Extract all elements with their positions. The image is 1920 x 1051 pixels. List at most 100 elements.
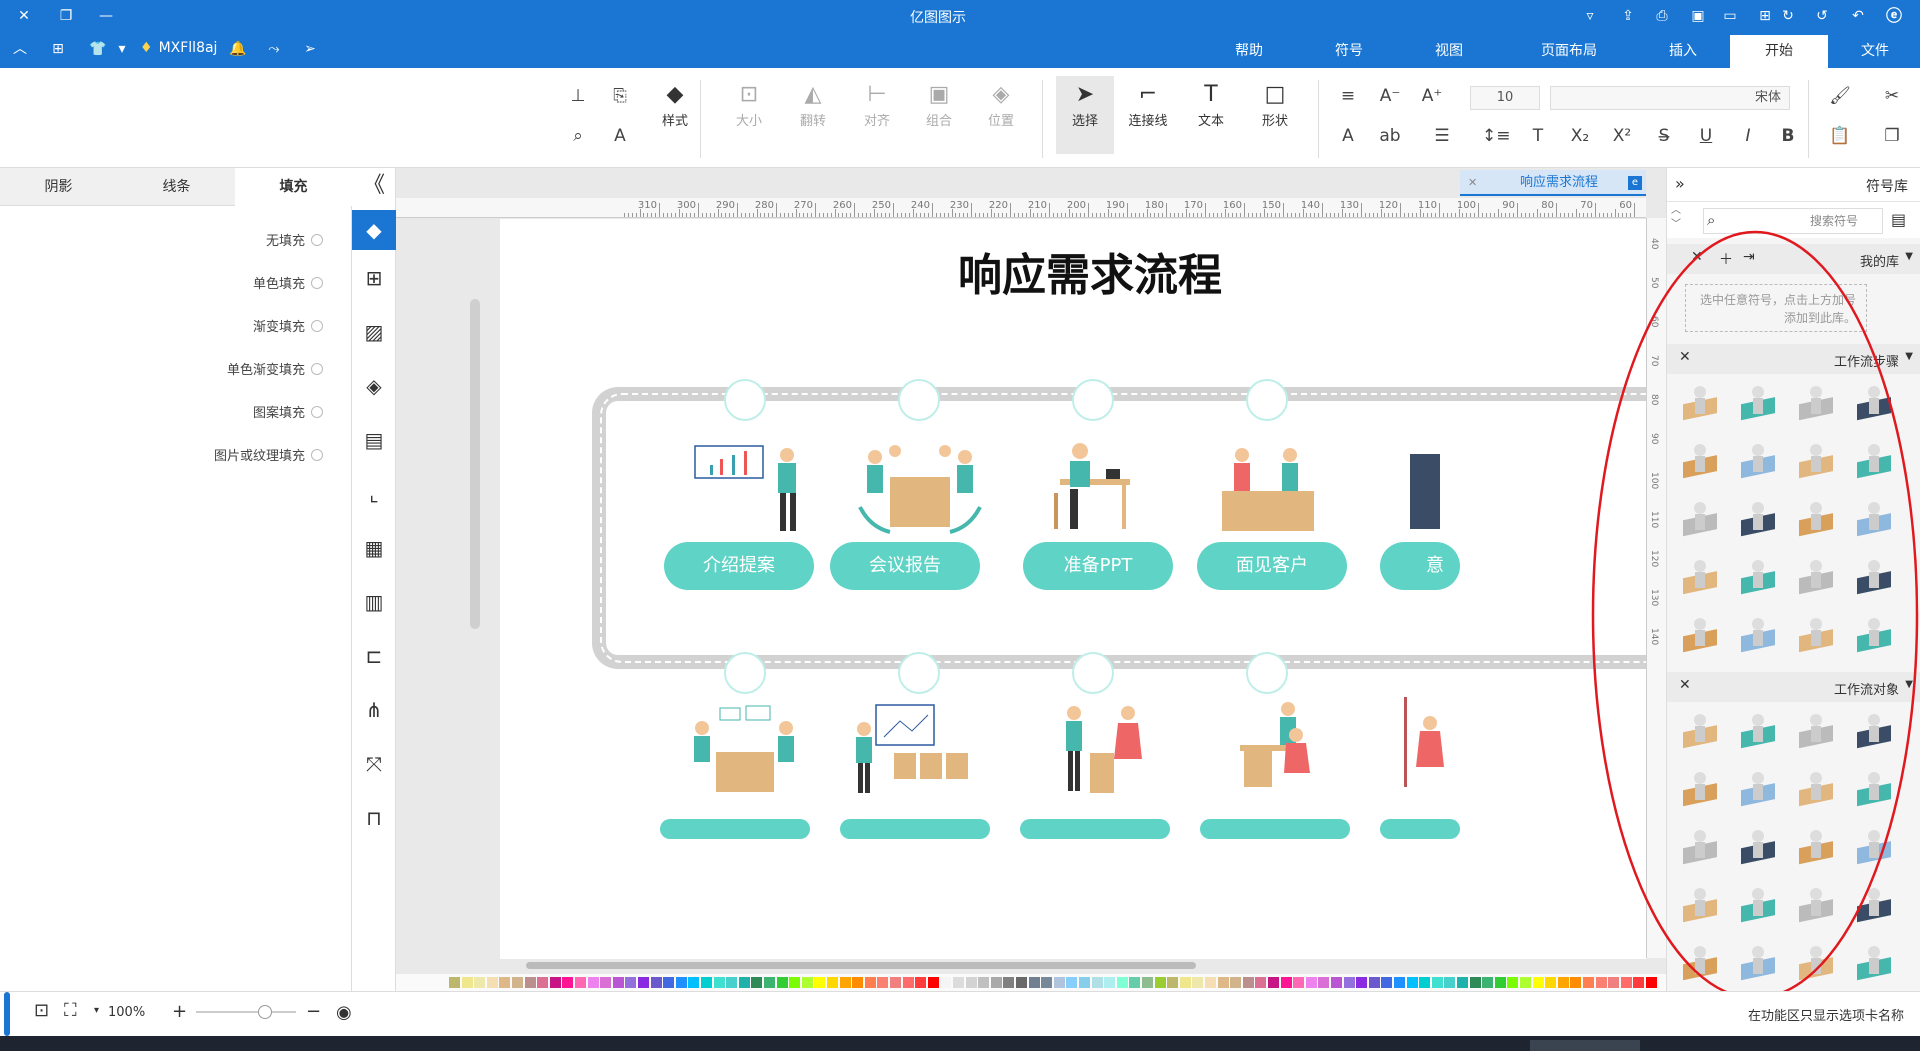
taskbar-item[interactable] <box>1530 1040 1640 1051</box>
shape-tool[interactable]: □ 形状 <box>1250 80 1300 129</box>
diagram-title[interactable]: 响应需求流程 <box>940 239 1240 303</box>
color-swatch[interactable] <box>1167 977 1179 988</box>
color-swatch[interactable] <box>990 977 1002 988</box>
position-button[interactable]: ◈ 位置 <box>976 80 1026 129</box>
color-swatch[interactable] <box>1520 977 1531 988</box>
color-swatch[interactable] <box>1331 977 1342 988</box>
canvas-area[interactable]: ✕ 响应需求流程 e 60 70 80 90 100 110 120 130 140 150 160… <box>396 168 1666 991</box>
color-palette[interactable] <box>396 974 1666 991</box>
step-pill[interactable]: 会议报告 <box>830 542 980 590</box>
color-swatch[interactable] <box>1230 977 1242 988</box>
color-swatch[interactable] <box>1444 977 1456 988</box>
option-pattern-fill[interactable]: 图案填充 <box>253 402 323 421</box>
color-swatch[interactable] <box>575 977 586 988</box>
road-node[interactable] <box>898 379 940 421</box>
color-swatch[interactable] <box>1116 977 1128 988</box>
color-swatch[interactable] <box>927 977 939 988</box>
color-swatch[interactable] <box>1457 977 1468 988</box>
close-tab-icon[interactable]: ✕ <box>1468 170 1477 196</box>
board-presentation-figure[interactable] <box>850 697 990 807</box>
client-meeting-figure[interactable] <box>1212 441 1322 541</box>
decrease-font-icon[interactable]: A⁻ <box>1378 86 1402 106</box>
fill-tool-icon[interactable]: ⊥ <box>566 86 590 106</box>
color-swatch[interactable] <box>1394 977 1405 988</box>
color-swatch[interactable] <box>827 977 838 988</box>
grid-icon[interactable]: ⊞ <box>360 264 388 292</box>
road-node[interactable] <box>1072 652 1114 694</box>
color-swatch[interactable] <box>764 977 775 988</box>
text-style-icon[interactable]: A <box>608 126 632 146</box>
color-swatch[interactable] <box>675 977 687 988</box>
color-swatch[interactable] <box>902 977 914 988</box>
text-color-icon[interactable]: ab <box>1378 126 1402 146</box>
step-pill-bottom[interactable] <box>1380 819 1460 839</box>
close-icon[interactable]: ✕ <box>14 6 34 26</box>
cut-icon[interactable]: ✂ <box>1880 86 1904 106</box>
step-pill-bottom[interactable] <box>660 819 810 839</box>
new-icon[interactable]: ⊞ <box>1755 6 1775 26</box>
color-swatch[interactable] <box>612 977 624 988</box>
color-swatch[interactable] <box>625 977 637 988</box>
color-swatch[interactable] <box>1381 977 1393 988</box>
option-no-fill[interactable]: 无填充 <box>266 230 323 249</box>
color-swatch[interactable] <box>877 977 889 988</box>
bullets-icon[interactable]: ☰ <box>1430 126 1454 146</box>
tab-page-layout[interactable]: 页面布局 <box>1520 35 1618 68</box>
color-swatch[interactable] <box>890 977 901 988</box>
color-swatch[interactable] <box>638 977 649 988</box>
color-swatch[interactable] <box>1293 977 1305 988</box>
fill-panel-icon[interactable]: ◆ <box>352 210 396 250</box>
increase-font-icon[interactable]: A⁺ <box>1420 86 1444 106</box>
color-swatch[interactable] <box>587 977 599 988</box>
zoom-thumb[interactable] <box>258 1005 272 1019</box>
redo-icon[interactable]: ↻ <box>1778 6 1798 26</box>
transform-icon[interactable]: ⤧ <box>360 750 388 778</box>
color-swatch[interactable] <box>789 977 801 988</box>
data-icon[interactable]: ▥ <box>360 588 388 616</box>
tab-view[interactable]: 视图 <box>1400 35 1498 68</box>
color-swatch[interactable] <box>1532 977 1544 988</box>
tab-symbol[interactable]: 符号 <box>1300 35 1398 68</box>
side-handle[interactable] <box>4 992 10 1036</box>
color-swatch[interactable] <box>1255 977 1267 988</box>
zoom-in-icon[interactable]: + <box>172 1001 187 1022</box>
color-swatch[interactable] <box>562 977 574 988</box>
color-swatch[interactable] <box>650 977 662 988</box>
color-swatch[interactable] <box>486 977 498 988</box>
align-button[interactable]: ⊢ 对齐 <box>852 80 902 129</box>
user-dropdown-icon[interactable]: ▾ <box>112 39 132 59</box>
connector-tool[interactable]: ⌐ 连接线 <box>1120 80 1176 129</box>
road-node[interactable] <box>724 652 766 694</box>
road-node[interactable] <box>1246 652 1288 694</box>
tab-help[interactable]: 帮助 <box>1200 35 1298 68</box>
color-swatch[interactable] <box>1053 977 1065 988</box>
format-painter-icon[interactable]: 🖌 <box>1828 86 1852 106</box>
select-tool[interactable]: ➤ 选择 <box>1056 76 1114 154</box>
copy-icon[interactable]: ❐ <box>1880 126 1904 146</box>
color-swatch[interactable] <box>1343 977 1355 988</box>
color-swatch[interactable] <box>1570 977 1582 988</box>
share-icon[interactable]: ⤳ <box>264 39 284 59</box>
option-gradient-fill[interactable]: 渐变填充 <box>253 316 323 335</box>
send-icon[interactable]: ➢ <box>300 39 320 59</box>
zoom-out-icon[interactable]: − <box>306 1001 321 1022</box>
expand-panel-icon[interactable]: » <box>1675 174 1685 193</box>
color-swatch[interactable] <box>751 977 763 988</box>
color-swatch[interactable] <box>474 977 486 988</box>
color-swatch[interactable] <box>1179 977 1191 988</box>
color-swatch[interactable] <box>449 977 460 988</box>
italic-icon[interactable]: I <box>1736 126 1760 146</box>
image-icon[interactable]: ▨ <box>360 318 388 346</box>
color-swatch[interactable] <box>1356 977 1368 988</box>
vertical-scrollbar[interactable] <box>470 299 480 629</box>
apps-icon[interactable]: ⊞ <box>48 39 68 59</box>
tab-fill[interactable]: 填充 <box>235 168 352 206</box>
color-swatch[interactable] <box>1192 977 1204 988</box>
align-right-icon[interactable]: ≡ <box>1336 86 1360 106</box>
color-swatch[interactable] <box>1431 977 1443 988</box>
color-swatch[interactable] <box>688 977 700 988</box>
color-swatch[interactable] <box>1003 977 1015 988</box>
diagram-page[interactable]: 响应需求流程 面见客户 准备PPT 会议报告 介绍提案 意 <box>500 219 1646 959</box>
tab-line[interactable]: 线条 <box>118 168 235 206</box>
color-swatch[interactable] <box>1205 977 1216 988</box>
